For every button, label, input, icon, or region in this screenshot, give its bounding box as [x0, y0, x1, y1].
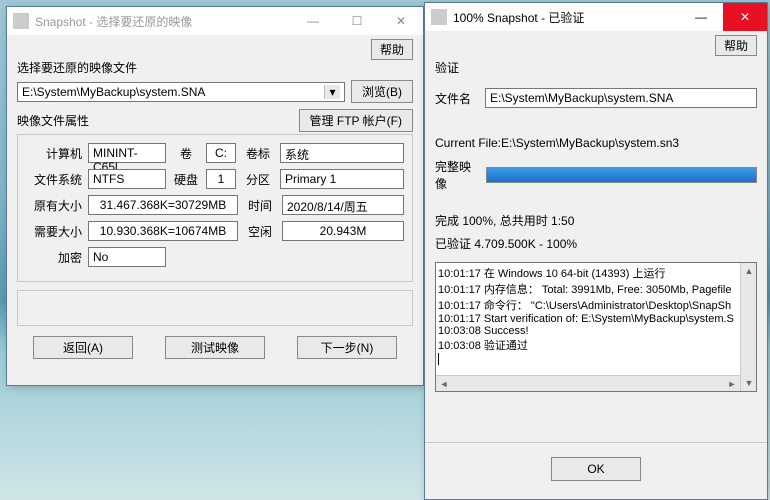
log-line: 10:03:08 验证通过	[438, 337, 754, 353]
help-button[interactable]: 帮助	[715, 35, 757, 56]
volume-value: C:	[206, 143, 236, 163]
partition-label: 分区	[242, 171, 274, 188]
app-icon	[13, 13, 29, 29]
scroll-left-icon[interactable]: ◄	[436, 376, 452, 392]
window-title: 100% Snapshot - 已验证	[453, 9, 679, 26]
log-line: 10:01:17 在 Windows 10 64-bit (14393) 上运行	[438, 265, 754, 281]
app-icon	[431, 9, 447, 25]
filename-value: E:\System\MyBackup\system.SNA	[485, 88, 757, 108]
test-image-button[interactable]: 测试映像	[165, 336, 265, 359]
scroll-right-icon[interactable]: ►	[724, 376, 740, 392]
image-path-value: E:\System\MyBackup\system.SNA	[22, 85, 205, 99]
reqsize-value: 10.930.368K=10674MB	[88, 221, 238, 241]
image-path-combo[interactable]: E:\System\MyBackup\system.SNA ▾	[17, 82, 345, 102]
minimize-button[interactable]: —	[291, 7, 335, 35]
text-cursor	[438, 353, 439, 365]
scrollbar-horizontal[interactable]: ◄ ►	[436, 375, 740, 391]
full-image-label: 完整映像	[435, 158, 480, 192]
log-line: 10:01:17 内存信息： Total: 3991Mb, Free: 3050…	[438, 281, 754, 297]
close-button[interactable]: ✕	[379, 7, 423, 35]
vollabel-value: 系统	[280, 143, 404, 163]
current-file-label: Current File:E:\System\MyBackup\system.s…	[435, 136, 757, 150]
window-title: Snapshot - 选择要还原的映像	[35, 13, 291, 30]
free-value: 20.943M	[282, 221, 404, 241]
titlebar[interactable]: 100% Snapshot - 已验证 — ✕	[425, 3, 767, 31]
select-image-label: 选择要还原的映像文件	[17, 59, 413, 76]
encrypt-label: 加密	[26, 249, 82, 266]
filename-label: 文件名	[435, 90, 479, 107]
disk-value: 1	[206, 169, 236, 189]
restore-image-window: Snapshot - 选择要还原的映像 — ☐ ✕ 帮助 选择要还原的映像文件 …	[6, 6, 424, 386]
log-line: 10:01:17 Start verification of: E:\Syste…	[438, 313, 754, 325]
log-line: 10:03:08 Success!	[438, 325, 754, 337]
log-textbox[interactable]: 10:01:17 在 Windows 10 64-bit (14393) 上运行…	[435, 262, 757, 392]
ok-button[interactable]: OK	[551, 457, 641, 481]
disk-label: 硬盘	[172, 171, 200, 188]
computer-label: 计算机	[26, 145, 82, 162]
minimize-button[interactable]: —	[679, 3, 723, 31]
maximize-button[interactable]: ☐	[335, 7, 379, 35]
scroll-down-icon[interactable]: ▼	[741, 375, 757, 391]
filesystem-value: NTFS	[88, 169, 166, 189]
partition-value: Primary 1	[280, 169, 404, 189]
browse-button[interactable]: 浏览(B)	[351, 80, 413, 103]
done-line: 完成 100%, 总共用时 1:50	[435, 212, 757, 229]
back-button[interactable]: 返回(A)	[33, 336, 133, 359]
titlebar[interactable]: Snapshot - 选择要还原的映像 — ☐ ✕	[7, 7, 423, 35]
verified-line: 已验证 4.709.500K - 100%	[435, 235, 757, 252]
verify-window: 100% Snapshot - 已验证 — ✕ 帮助 验证 文件名 E:\Sys…	[424, 2, 768, 500]
free-label: 空闲	[244, 223, 276, 240]
encrypt-value: No	[88, 247, 166, 267]
volume-label: 卷	[172, 145, 200, 162]
next-button[interactable]: 下一步(N)	[297, 336, 397, 359]
origsize-value: 31.467.368K=30729MB	[88, 195, 238, 215]
time-label: 时间	[244, 197, 276, 214]
reqsize-label: 需要大小	[26, 223, 82, 240]
log-line: 10:01:17 命令行： "C:\Users\Administrator\De…	[438, 297, 754, 313]
verify-label: 验证	[435, 59, 757, 76]
filesystem-label: 文件系统	[26, 171, 82, 188]
progress-bar	[486, 167, 757, 183]
computer-value: MININT-C65l	[88, 143, 166, 163]
time-value: 2020/8/14/周五	[282, 195, 404, 215]
chevron-down-icon[interactable]: ▾	[324, 85, 340, 99]
scrollbar-vertical[interactable]: ▲ ▼	[740, 263, 756, 391]
progress-fill	[487, 168, 756, 182]
image-props-label: 映像文件属性	[17, 112, 89, 129]
vollabel-label: 卷标	[242, 145, 274, 162]
help-button[interactable]: 帮助	[371, 39, 413, 60]
origsize-label: 原有大小	[26, 197, 82, 214]
manage-ftp-button[interactable]: 管理 FTP 帐户(F)	[299, 109, 413, 132]
close-button[interactable]: ✕	[723, 3, 767, 31]
scroll-up-icon[interactable]: ▲	[741, 263, 757, 279]
